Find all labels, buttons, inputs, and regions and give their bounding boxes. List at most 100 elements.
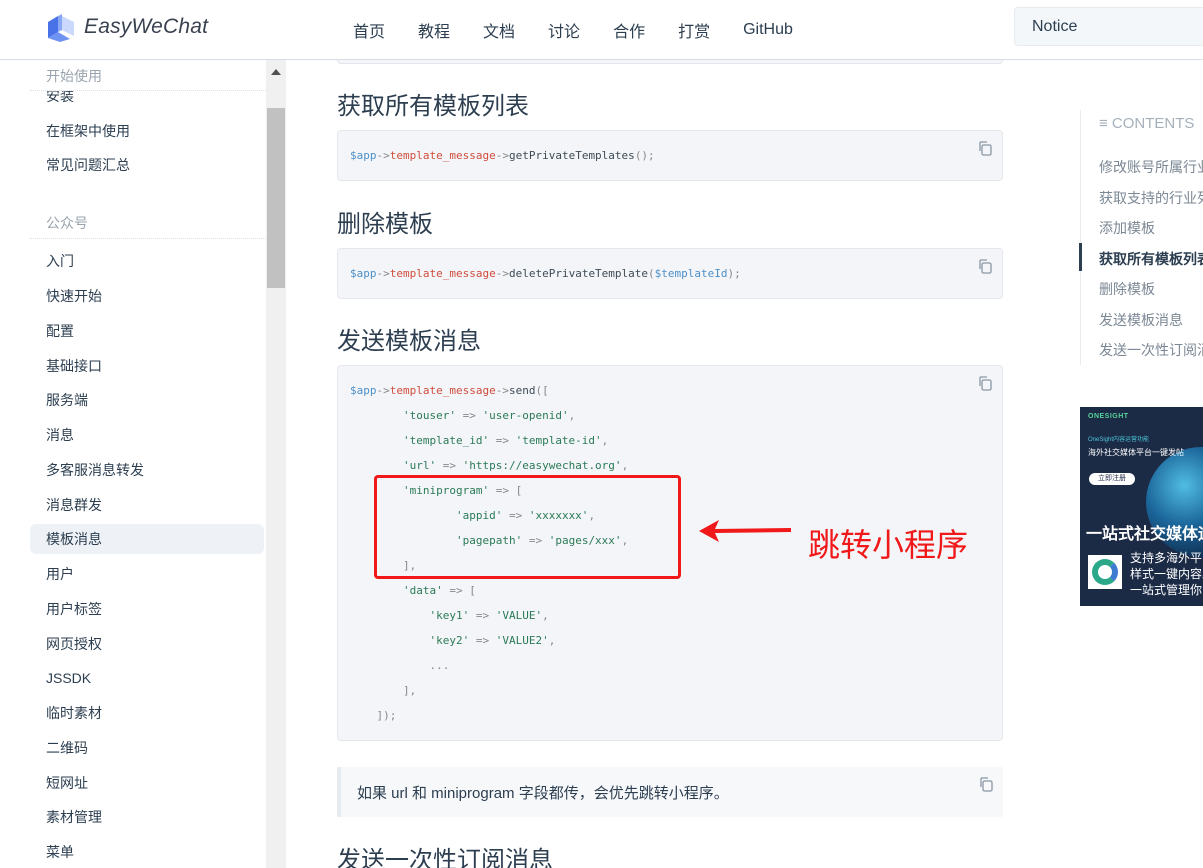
toc-item-active[interactable]: 获取所有模板列表 [1099,249,1203,269]
code-token: => [436,459,463,472]
table-of-contents: ≡ CONTENTS 修改账号所属行业 获取支持的行业列表 添加模板 获取所有模… [1079,110,1203,365]
sidebar-item-short-url[interactable]: 短网址 [30,768,264,798]
copy-icon[interactable] [977,258,993,274]
copy-icon[interactable] [977,140,993,156]
code-token: 'key1' [429,609,470,622]
toc-title: ≡ CONTENTS [1099,115,1195,132]
toc-item[interactable]: 发送模板消息 [1099,310,1183,330]
code-line: 'touser' => 'user-openid', [350,408,575,424]
nav-github[interactable]: GitHub [743,21,793,39]
sidebar-item-basic-api[interactable]: 基础接口 [30,351,264,381]
sidebar-item-temp-media[interactable]: 临时素材 [30,698,264,728]
ad-brand: ONESIGHT [1088,413,1129,420]
toc-item[interactable]: 添加模板 [1099,218,1155,238]
sidebar-item-jssdk[interactable]: JSSDK [30,663,264,693]
nav-cooperate[interactable]: 合作 [613,18,645,42]
sidebar-item-material[interactable]: 素材管理 [30,802,264,832]
sidebar-item-intro[interactable]: 入门 [30,246,264,276]
copy-icon[interactable] [977,375,993,391]
nav-donate[interactable]: 打赏 [678,18,710,42]
nav-tutorial[interactable]: 教程 [418,18,450,42]
ad-description: 支持多海外平台 样式一键内容发布 一站式管理你的 [1130,550,1203,598]
sidebar-item-template-message[interactable]: 模板消息 [30,524,264,554]
scrollbar-thumb[interactable] [267,108,285,288]
sidebar-item-server[interactable]: 服务端 [30,385,264,415]
code-token: -> [495,384,509,397]
code-token: => [489,434,516,447]
sidebar-item-oauth[interactable]: 网页授权 [30,629,264,659]
code-token: $templateId [654,267,728,280]
code-token: 'template_id' [402,434,490,447]
code-token: template_message [389,149,496,162]
sidebar-item-config[interactable]: 配置 [30,316,264,346]
sidebar-group-title: 开始使用 [46,68,102,84]
sidebar-item-faq[interactable]: 常见问题汇总 [30,150,264,180]
code-line: ... [350,658,449,674]
sidebar-divider [30,238,266,239]
code-token: -> [376,149,390,162]
tip-block: 如果 url 和 miniprogram 字段都传，会优先跳转小程序。 [337,767,1003,817]
sidebar-item-user[interactable]: 用户 [30,559,264,589]
section-heading: 删除模板 [337,211,433,238]
code-token: template_message [389,267,496,280]
sidebar-item-staff-forward[interactable]: 多客服消息转发 [30,455,264,485]
sidebar-ad-banner[interactable]: ONESIGHT OneSight内容运营功能 海外社交媒体平台一键发帖 立即注… [1080,407,1203,606]
code-token: deletePrivateTemplate [508,267,649,280]
code-token: $app [350,384,377,397]
sidebar-item-qrcode[interactable]: 二维码 [30,733,264,763]
code-token: => [455,409,483,422]
code-token: $app [350,267,377,280]
toc-item[interactable]: 修改账号所属行业 [1099,157,1203,177]
ad-desc-line: 一站式管理你的 [1130,583,1203,597]
nav-home[interactable]: 首页 [353,18,385,42]
code-token: getPrivateTemplates [508,149,635,162]
section-heading: 发送模板消息 [337,328,481,355]
code-token: 'VALUE' [495,609,543,622]
sidebar-item-messages[interactable]: 消息 [30,420,264,450]
code-token: ( [648,267,655,280]
site-logo[interactable]: EasyWeChat [46,12,208,42]
sidebar-item-menu[interactable]: 菜单 [30,837,264,867]
search-input[interactable] [1015,8,1203,45]
code-line: $app->template_message->getPrivateTempla… [350,148,655,164]
ad-headline: 一站式社交媒体运营 [1086,526,1203,543]
nav-docs[interactable]: 文档 [483,18,515,42]
sidebar-scrollbar[interactable] [266,60,286,868]
code-token: 'https://easywechat.org' [462,459,622,472]
search-box[interactable] [1014,7,1203,46]
main-nav: 首页 教程 文档 讨论 合作 打赏 GitHub [353,0,826,60]
copy-icon[interactable] [978,776,994,792]
sidebar-divider [30,90,266,91]
toc-item[interactable]: 删除模板 [1099,279,1155,299]
code-line: $app->template_message->send([ [350,383,549,399]
toc-item[interactable]: 发送一次性订阅消息 [1099,340,1203,360]
toc-item[interactable]: 获取支持的行业列表 [1099,188,1203,208]
code-token: , [601,434,609,447]
sidebar-item-quickstart[interactable]: 快速开始 [30,281,264,311]
code-line: 'key2' => 'VALUE2', [350,633,555,649]
section-heading: 获取所有模板列表 [337,93,529,120]
code-token: 'template-id' [515,434,602,447]
sidebar-item-user-tag[interactable]: 用户标签 [30,594,264,624]
code-token: => [ [442,584,476,597]
ad-register-button[interactable]: 立即注册 [1089,473,1135,485]
code-line: 'key1' => 'VALUE', [350,608,548,624]
sidebar-item-framework[interactable]: 在框架中使用 [30,116,264,146]
sidebar-item-broadcast[interactable]: 消息群发 [30,490,264,520]
code-token: $app [350,149,377,162]
sidebar: 开始使用 安装 在框架中使用 常见问题汇总 公众号 入门 快速开始 配置 基础接… [0,60,266,868]
nav-discuss[interactable]: 讨论 [548,18,580,42]
ad-tagline: 海外社交媒体平台一键发帖 [1088,448,1184,457]
section-heading: 发送一次性订阅消息 [337,847,553,868]
code-token: ], [350,684,417,697]
code-token: , [568,409,576,422]
code-token: , [621,459,629,472]
scroll-up-arrow-icon[interactable] [271,69,281,75]
ad-subtitle: OneSight内容运营功能 [1088,437,1150,443]
code-line: 'url' => 'https://easywechat.org', [350,458,628,474]
